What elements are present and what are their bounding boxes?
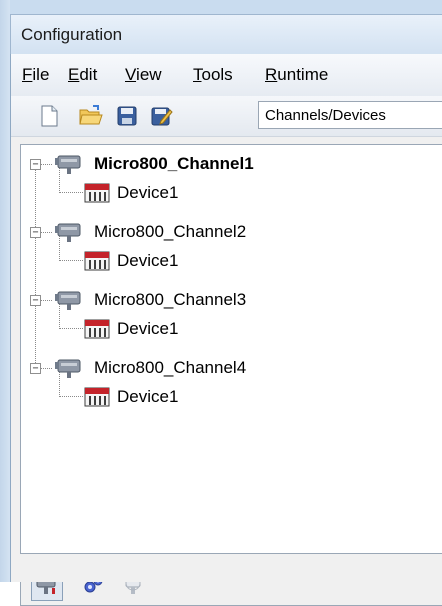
channel-label: Micro800_Channel3 <box>94 290 247 309</box>
open-button[interactable] <box>77 102 105 130</box>
channel-label: Micro800_Channel1 <box>94 154 254 173</box>
device-label: Device1 <box>117 319 179 338</box>
menu-tools[interactable]: Tools <box>193 65 233 85</box>
menu-edit[interactable]: Edit <box>68 65 97 85</box>
tree-node-device[interactable]: Device1 <box>84 180 178 206</box>
view-selector-dropdown[interactable]: Channels/Devices <box>258 101 442 129</box>
tree-branch-connector <box>40 300 52 301</box>
project-tree: − Micro800_Channel1 Device1 − Micro800_C… <box>20 144 442 554</box>
device-icon <box>84 251 110 271</box>
save-as-icon <box>151 107 173 126</box>
status-area <box>11 556 442 582</box>
channel-icon <box>55 155 81 174</box>
tree-node-device[interactable]: Device1 <box>84 316 178 342</box>
menu-edit-label: dit <box>79 65 98 84</box>
tree-node-channel[interactable]: Micro800_Channel2 <box>54 219 246 245</box>
channel-icon <box>55 223 81 242</box>
tree-node-device[interactable]: Device1 <box>84 248 178 274</box>
menu-view[interactable]: View <box>125 65 162 85</box>
title-bar[interactable]: Configuration <box>10 14 442 55</box>
save-icon <box>117 106 137 126</box>
menu-tools-label: ools <box>201 65 233 84</box>
view-selector-value: Channels/Devices <box>265 107 386 124</box>
channel-label: Micro800_Channel4 <box>94 358 247 377</box>
menu-runtime-label: untime <box>277 65 329 84</box>
tree-node-device[interactable]: Device1 <box>84 384 178 410</box>
tree-node-channel[interactable]: Micro800_Channel1 <box>54 151 254 177</box>
tree-expander[interactable]: − <box>30 227 41 238</box>
window-title: Configuration <box>21 25 123 44</box>
configuration-window: Configuration File Edit View Tools Runti… <box>0 0 442 606</box>
tree-expander[interactable]: − <box>30 363 41 374</box>
tree-expander[interactable]: − <box>30 295 41 306</box>
device-label: Device1 <box>117 387 179 406</box>
tree-child-connector <box>59 328 83 329</box>
channel-icon <box>55 359 81 378</box>
tree-child-connector <box>59 260 83 261</box>
new-document-icon <box>41 105 58 127</box>
menu-file-mnemonic: F <box>22 65 33 84</box>
new-document-button[interactable] <box>35 102 63 130</box>
channel-label: Micro800_Channel2 <box>94 222 247 241</box>
menu-view-mnemonic: V <box>125 65 137 84</box>
menu-file[interactable]: File <box>22 65 49 85</box>
menu-runtime-mnemonic: R <box>265 65 278 84</box>
window-frame-edge <box>0 0 10 582</box>
device-label: Device1 <box>117 183 179 202</box>
menu-edit-mnemonic: E <box>68 65 80 84</box>
device-icon <box>84 319 110 339</box>
open-folder-icon <box>79 105 103 125</box>
tree-branch-connector <box>40 232 52 233</box>
device-icon <box>84 183 110 203</box>
save-button[interactable] <box>113 102 141 130</box>
menu-bar: File Edit View Tools Runtime <box>11 54 442 97</box>
tree-child-connector <box>59 396 83 397</box>
tree-expander[interactable]: − <box>30 159 41 170</box>
main-toolbar: Channels/Devices <box>11 96 442 137</box>
tree-branch-connector <box>40 164 52 165</box>
menu-tools-mnemonic: T <box>193 65 202 84</box>
device-label: Device1 <box>117 251 179 270</box>
tree-node-channel[interactable]: Micro800_Channel4 <box>54 355 246 381</box>
menu-view-label: iew <box>136 65 162 84</box>
tree-child-connector <box>59 192 83 193</box>
menu-file-label: ile <box>32 65 50 84</box>
channel-icon <box>55 291 81 310</box>
tree-root-connector <box>35 165 36 363</box>
menu-runtime[interactable]: Runtime <box>265 65 328 85</box>
window-client-area: File Edit View Tools Runtime Channels/De… <box>10 54 442 606</box>
device-icon <box>84 387 110 407</box>
tree-node-channel[interactable]: Micro800_Channel3 <box>54 287 246 313</box>
save-as-button[interactable] <box>148 102 176 130</box>
tree-branch-connector <box>40 368 52 369</box>
